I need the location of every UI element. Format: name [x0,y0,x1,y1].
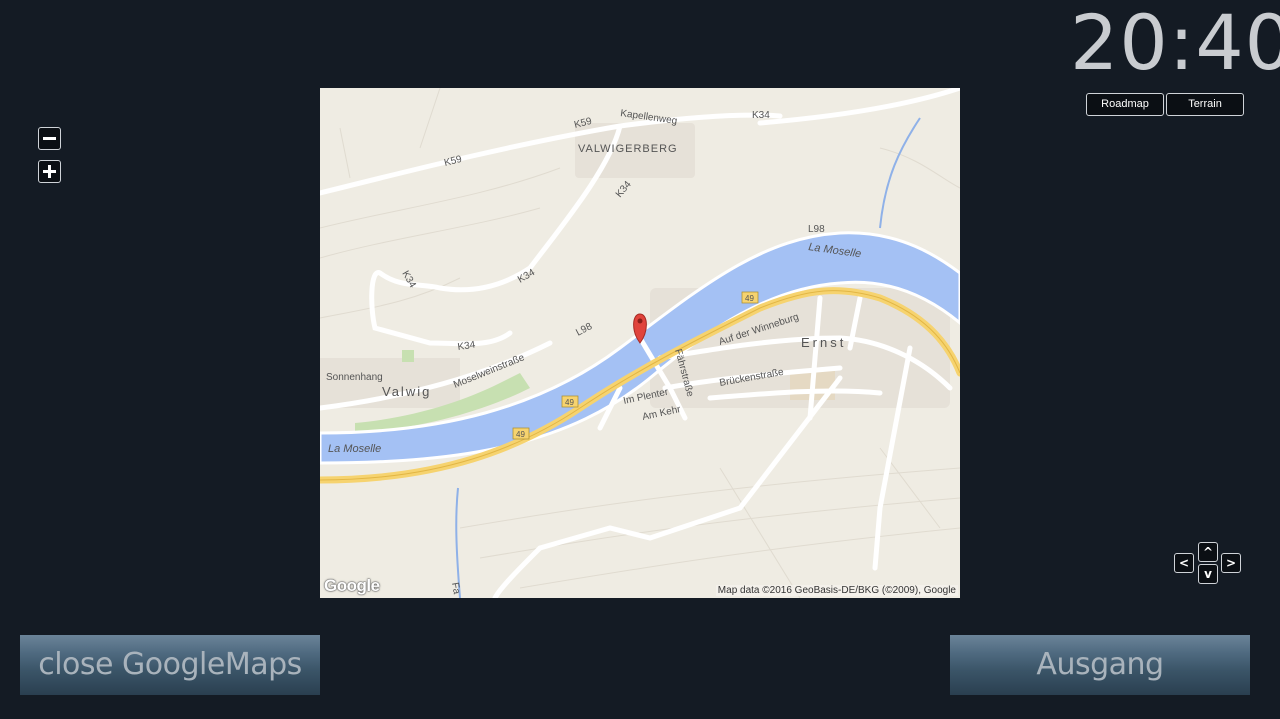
google-logo[interactable]: Google [324,576,380,596]
zoom-out-button[interactable] [38,127,61,150]
svg-text:49: 49 [516,430,525,439]
shield-b49-a: 49 [741,291,759,304]
close-googlemaps-button[interactable]: close GoogleMaps [20,635,320,695]
label-k34-a: K34 [752,110,770,121]
chevron-left-icon: < [1178,556,1190,570]
google-map[interactable]: VALWIGERBERG K59 K59 Kapellenweg K34 K34… [320,88,960,598]
page: 20:40 Roadmap Terrain VALWIGERBERG K59 K… [0,0,1280,719]
label-valwigerberg: VALWIGERBERG [578,143,678,155]
svg-text:49: 49 [745,294,754,303]
label-k34-e: K34 [457,340,477,353]
stream [879,117,921,229]
label-fa: Fa [449,582,462,596]
terrain-button[interactable]: Terrain [1166,93,1244,116]
map-type-switcher: Roadmap Terrain [1086,93,1244,116]
zoom-in-button[interactable] [38,160,61,183]
chevron-down-icon: v [1204,567,1212,581]
pan-left-button[interactable]: < [1174,553,1194,573]
pan-up-button[interactable]: ^ [1198,542,1218,562]
label-ernst: Ernst [801,335,846,350]
label-valwig: Valwig [382,384,431,399]
roadmap-button[interactable]: Roadmap [1086,93,1164,116]
label-l98-a: L98 [808,224,825,235]
park-patch-2 [402,350,414,362]
label-k59-b: K59 [443,154,463,169]
shield-b49-b: 49 [561,395,579,408]
pan-controls: ^ < > v [1174,542,1241,586]
map-canvas: VALWIGERBERG K59 K59 Kapellenweg K34 K34… [320,88,960,598]
label-k34-c: K34 [516,267,537,286]
label-moselle-bottom: La Moselle [328,443,381,455]
label-sonnenhang: Sonnenhang [326,372,383,383]
zoom-controls [38,127,61,193]
chevron-up-icon: ^ [1202,545,1214,559]
label-k34-b: K34 [614,179,634,200]
clock: 20:40 [1070,0,1280,87]
exit-button[interactable]: Ausgang [950,635,1250,695]
svg-text:49: 49 [565,398,574,407]
pan-right-button[interactable]: > [1221,553,1241,573]
map-attribution[interactable]: Map data ©2016 GeoBasis-DE/BKG (©2009), … [715,585,958,596]
label-l98-b: L98 [574,321,594,339]
chevron-right-icon: > [1225,556,1237,570]
pan-down-button[interactable]: v [1198,564,1218,584]
shield-b49-c: 49 [512,427,530,440]
